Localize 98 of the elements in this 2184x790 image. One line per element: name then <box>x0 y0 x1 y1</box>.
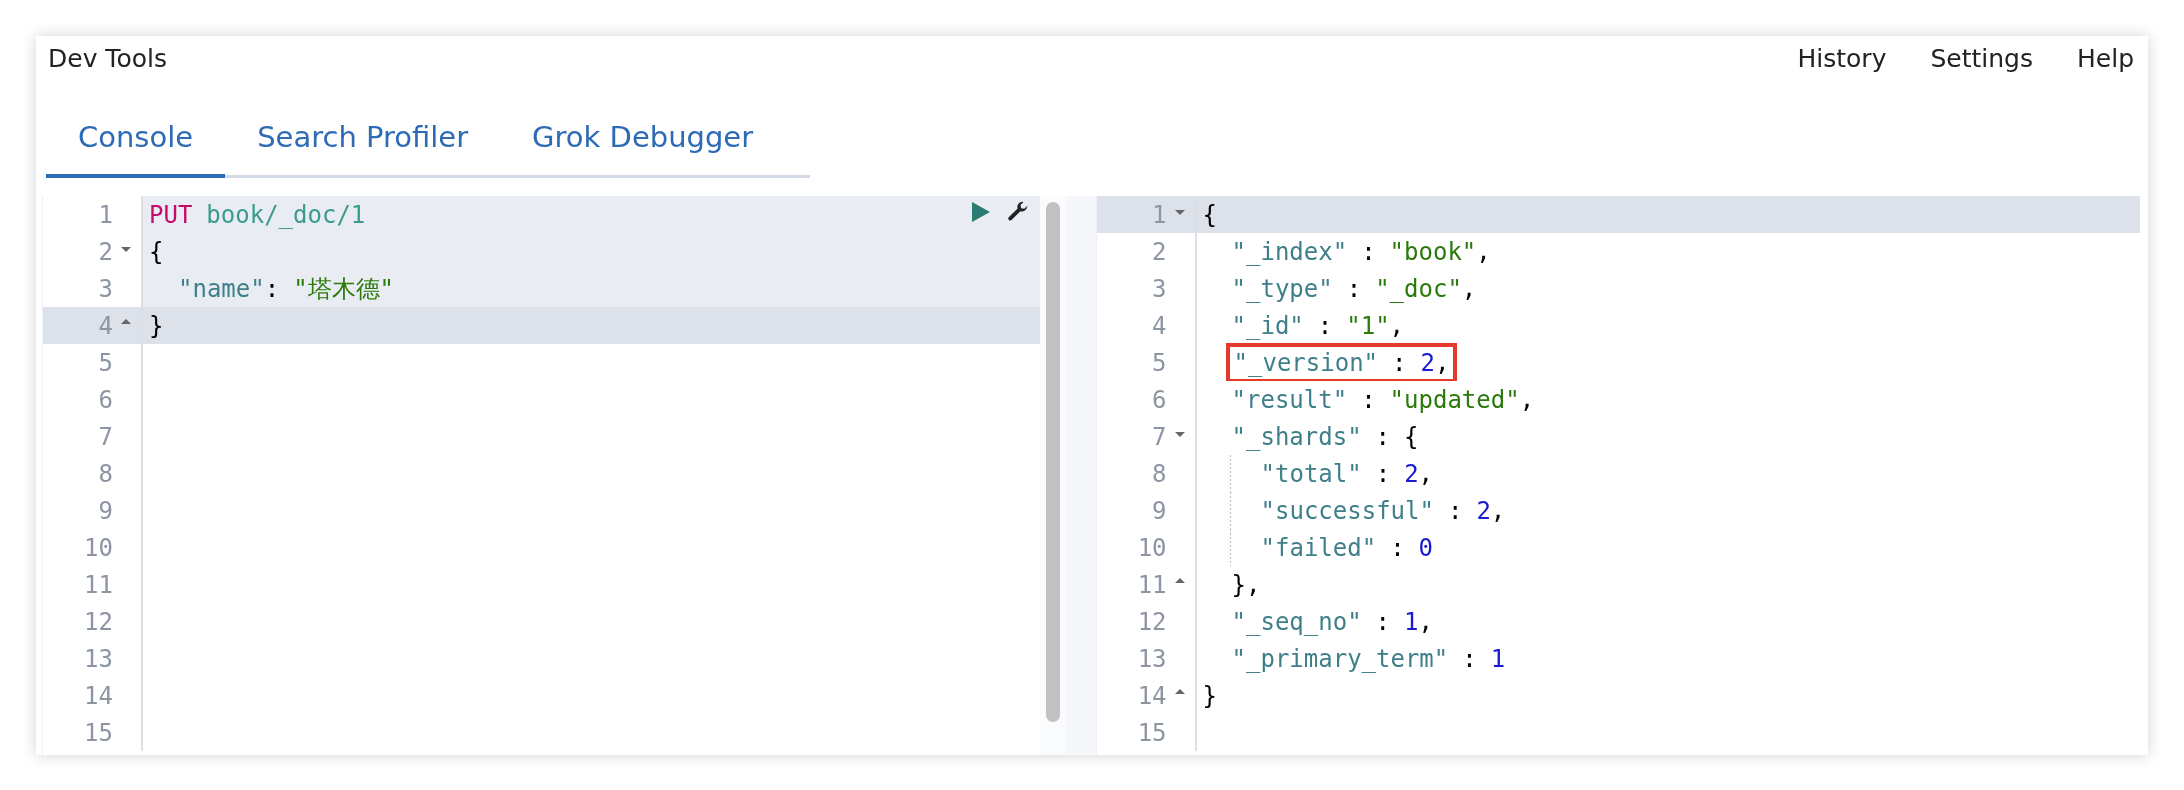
line-number: 3 <box>1152 274 1167 303</box>
line-number: 11 <box>84 570 113 599</box>
scrollbar[interactable] <box>1039 196 1066 755</box>
line-number: 9 <box>98 496 113 525</box>
json-key: "_primary_term" <box>1231 644 1449 673</box>
fold-icon[interactable] <box>1174 432 1185 437</box>
play-icon[interactable] <box>971 202 990 222</box>
string-value: "updated" <box>1389 385 1520 414</box>
fold-icon[interactable] <box>1174 578 1185 583</box>
punctuation: } <box>149 311 164 340</box>
line-number: 2 <box>98 237 113 266</box>
number-value: 2 <box>1420 348 1435 377</box>
app-title: Dev Tools <box>48 43 167 73</box>
json-key: "_type" <box>1231 274 1333 303</box>
punctuation: : <box>1375 422 1391 451</box>
tab[interactable]: Grok Debugger <box>500 110 786 178</box>
punctuation: : <box>1361 237 1376 266</box>
punctuation: , <box>1418 607 1433 636</box>
json-key: "_version" <box>1233 348 1379 377</box>
request-url: book/_doc/1 <box>206 200 366 229</box>
punctuation: : <box>1346 274 1362 303</box>
json-key: "_seq_no" <box>1231 607 1362 636</box>
string-value: "_doc" <box>1375 274 1462 303</box>
punctuation: , <box>1519 385 1535 414</box>
punctuation: : <box>1447 496 1463 525</box>
line-number: 4 <box>98 311 113 340</box>
json-key: "result" <box>1231 385 1348 414</box>
punctuation: : <box>1390 533 1405 562</box>
fold-icon[interactable] <box>1174 689 1185 694</box>
json-key: "failed" <box>1260 533 1377 562</box>
fold-icon[interactable] <box>121 247 131 252</box>
number-value: 2 <box>1404 459 1419 488</box>
string-value: "1" <box>1346 311 1390 340</box>
number-value: 1 <box>1404 607 1419 636</box>
line-number: 6 <box>98 385 113 414</box>
punctuation: , <box>1434 348 1450 377</box>
line-number: 8 <box>1152 459 1167 488</box>
punctuation: { <box>1202 200 1217 229</box>
punctuation: : <box>1361 385 1376 414</box>
http-method: PUT <box>149 200 193 229</box>
menu-link[interactable]: Settings <box>1930 43 2033 73</box>
string-value: "塔木德" <box>293 273 395 305</box>
punctuation: { <box>149 237 164 266</box>
punctuation: : <box>1317 311 1333 340</box>
punctuation: { <box>1404 422 1419 451</box>
number-value: 0 <box>1418 533 1434 562</box>
fold-icon[interactable] <box>121 319 131 324</box>
menu-link[interactable]: Help <box>2077 43 2134 73</box>
punctuation: : <box>1375 459 1391 488</box>
json-key: "_shards" <box>1231 422 1362 451</box>
line-number: 15 <box>1137 718 1167 747</box>
json-key: "total" <box>1260 459 1362 488</box>
line-number: 5 <box>98 348 113 377</box>
line-number: 8 <box>98 459 113 488</box>
json-key: "_id" <box>1231 311 1304 340</box>
line-number: 10 <box>84 533 113 562</box>
punctuation: : <box>1462 644 1477 673</box>
line-number: 2 <box>1152 237 1167 266</box>
menu-link[interactable]: History <box>1797 43 1887 73</box>
wrench-icon[interactable] <box>1005 200 1030 224</box>
tab[interactable]: Search Profiler <box>225 110 501 178</box>
line-number: 12 <box>1137 607 1167 636</box>
punctuation: , <box>1389 311 1405 340</box>
line-number: 11 <box>1137 570 1167 599</box>
fold-icon[interactable] <box>1174 210 1185 215</box>
line-number: 1 <box>98 200 113 229</box>
punctuation: }, <box>1231 570 1261 599</box>
line-number: 7 <box>1152 422 1167 451</box>
line-number: 4 <box>1152 311 1167 340</box>
request-editor[interactable]: 1 PUT book/_doc/1 2 { 3 "name": "塔木德" 4 } 5 6 7 8 9 10 11 12 13 14 15 <box>42 196 1040 755</box>
punctuation: , <box>1476 237 1491 266</box>
line-number: 12 <box>84 607 113 636</box>
punctuation: , <box>1490 496 1506 525</box>
number-value: 1 <box>1490 644 1506 673</box>
line-number: 13 <box>1137 644 1167 673</box>
line-number: 9 <box>1152 496 1167 525</box>
json-key: "_index" <box>1231 237 1348 266</box>
line-number: 1 <box>1152 200 1167 229</box>
line-number: 7 <box>98 422 113 451</box>
string-value: "book" <box>1389 237 1477 266</box>
line-number: 14 <box>84 681 113 710</box>
punctuation: : <box>1375 607 1391 636</box>
punctuation: , <box>1461 274 1477 303</box>
line-number: 5 <box>1152 348 1167 377</box>
punctuation: : <box>1392 348 1407 377</box>
punctuation: : <box>264 274 280 303</box>
punctuation: } <box>1202 681 1217 710</box>
punctuation: , <box>1418 459 1434 488</box>
line-number: 6 <box>1152 385 1167 414</box>
line-number: 3 <box>98 274 113 303</box>
json-key: "name" <box>178 274 265 303</box>
json-key: "successful" <box>1260 496 1434 525</box>
line-number: 15 <box>84 718 113 747</box>
line-number: 13 <box>84 644 113 673</box>
tab[interactable]: Console <box>46 110 226 178</box>
number-value: 2 <box>1476 496 1491 525</box>
line-number: 14 <box>1137 681 1167 710</box>
line-number: 10 <box>1137 533 1167 562</box>
